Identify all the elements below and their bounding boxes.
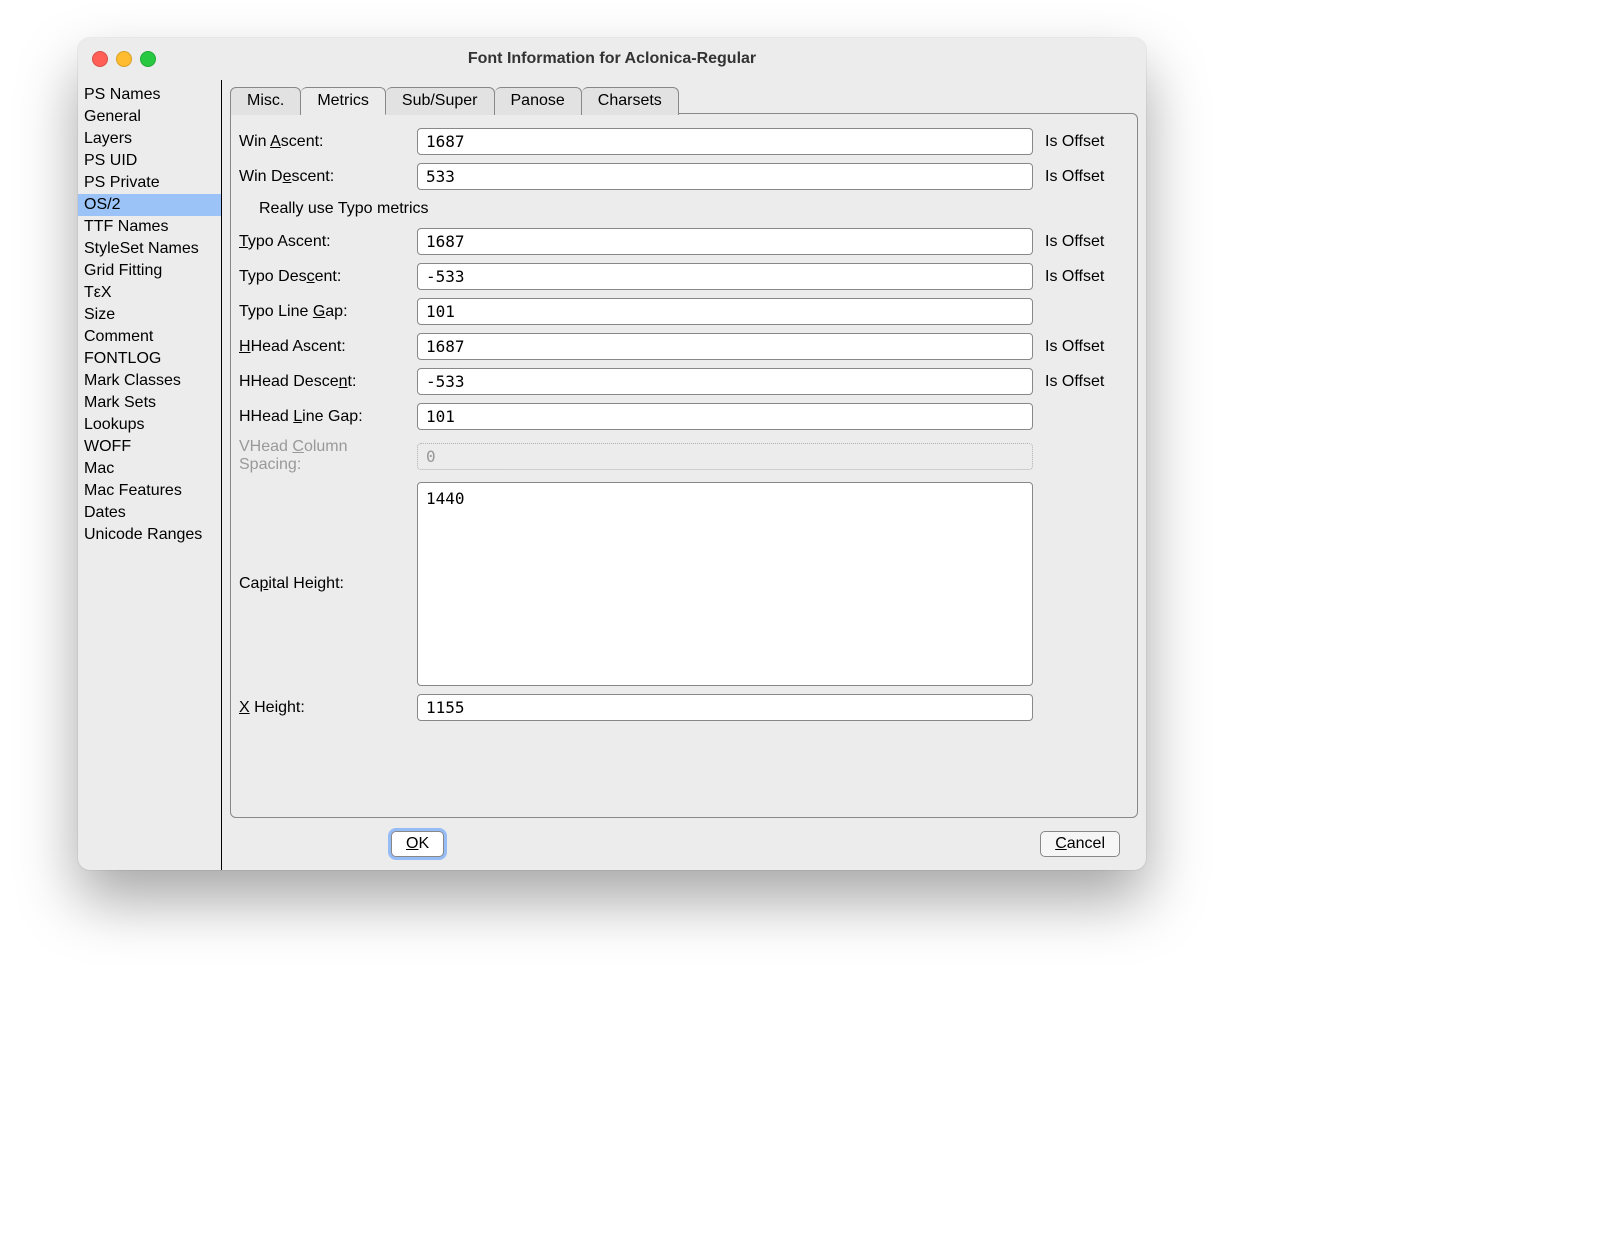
typo-linegap-label: Typo Line Gap: (237, 303, 413, 321)
sidebar-item-layers[interactable]: Layers (78, 128, 221, 150)
sidebar-item-comment[interactable]: Comment (78, 326, 221, 348)
tab-misc-[interactable]: Misc. (230, 87, 301, 115)
cancel-button[interactable]: Cancel (1040, 831, 1120, 857)
sidebar-item-os-2[interactable]: OS/2 (78, 194, 221, 216)
tab-panose[interactable]: Panose (495, 87, 582, 115)
win-descent-label: Win Descent: (237, 168, 413, 186)
window-title: Font Information for Aclonica-Regular (78, 50, 1146, 68)
really-use-typo-label[interactable]: Really use Typo metrics (237, 200, 429, 218)
window-minimize-icon[interactable] (116, 51, 132, 67)
sidebar-item-mark-sets[interactable]: Mark Sets (78, 392, 221, 414)
window-zoom-icon[interactable] (140, 51, 156, 67)
typo-linegap-input[interactable] (417, 298, 1033, 325)
sidebar-item-grid-fitting[interactable]: Grid Fitting (78, 260, 221, 282)
sidebar-item-woff[interactable]: WOFF (78, 436, 221, 458)
sidebar-item-lookups[interactable]: Lookups (78, 414, 221, 436)
sidebar-item-size[interactable]: Size (78, 304, 221, 326)
dialog-footer: OK Cancel (230, 818, 1138, 870)
hhead-ascent-offset-label[interactable]: Is Offset (1037, 338, 1131, 356)
win-descent-input[interactable] (417, 163, 1033, 190)
typo-descent-offset-label[interactable]: Is Offset (1037, 268, 1131, 286)
titlebar: Font Information for Aclonica-Regular (78, 38, 1146, 80)
typo-ascent-input[interactable] (417, 228, 1033, 255)
hhead-descent-offset-label[interactable]: Is Offset (1037, 373, 1131, 391)
x-height-label: X Height: (237, 699, 413, 717)
sidebar-item-ps-uid[interactable]: PS UID (78, 150, 221, 172)
vhead-column-spacing-label: VHead Column Spacing: (237, 438, 413, 474)
metrics-panel: Win Ascent: Is Offset Win Descent: Is Of… (230, 113, 1138, 818)
hhead-ascent-label: HHead Ascent: (237, 338, 413, 356)
sidebar-item-ps-private[interactable]: PS Private (78, 172, 221, 194)
capital-height-label: Capital Height: (237, 575, 413, 593)
sidebar-item-mark-classes[interactable]: Mark Classes (78, 370, 221, 392)
sidebar-item-mac[interactable]: Mac (78, 458, 221, 480)
typo-ascent-label: Typo Ascent: (237, 233, 413, 251)
sidebar-item-general[interactable]: General (78, 106, 221, 128)
tab-charsets[interactable]: Charsets (582, 87, 679, 115)
sidebar-item-styleset-names[interactable]: StyleSet Names (78, 238, 221, 260)
sidebar-item-dates[interactable]: Dates (78, 502, 221, 524)
sidebar: PS NamesGeneralLayersPS UIDPS PrivateOS/… (78, 80, 222, 870)
win-ascent-offset-label[interactable]: Is Offset (1037, 133, 1131, 151)
tab-metrics[interactable]: Metrics (301, 87, 386, 115)
sidebar-item-ttf-names[interactable]: TTF Names (78, 216, 221, 238)
sidebar-item-t-x[interactable]: TεX (78, 282, 221, 304)
typo-ascent-offset-label[interactable]: Is Offset (1037, 233, 1131, 251)
hhead-linegap-label: HHead Line Gap: (237, 408, 413, 426)
sidebar-item-ps-names[interactable]: PS Names (78, 84, 221, 106)
x-height-input[interactable] (417, 694, 1033, 721)
font-info-window: Font Information for Aclonica-Regular PS… (78, 38, 1146, 870)
hhead-descent-label: HHead Descent: (237, 373, 413, 391)
win-ascent-label: Win Ascent: (237, 133, 413, 151)
sidebar-item-fontlog[interactable]: FONTLOG (78, 348, 221, 370)
tab-bar: Misc.MetricsSub/SuperPanoseCharsets (230, 86, 1138, 114)
sidebar-item-unicode-ranges[interactable]: Unicode Ranges (78, 524, 221, 546)
win-descent-offset-label[interactable]: Is Offset (1037, 168, 1131, 186)
ok-button[interactable]: OK (391, 831, 444, 857)
sidebar-item-mac-features[interactable]: Mac Features (78, 480, 221, 502)
hhead-linegap-input[interactable] (417, 403, 1033, 430)
window-close-icon[interactable] (92, 51, 108, 67)
hhead-ascent-input[interactable] (417, 333, 1033, 360)
typo-descent-label: Typo Descent: (237, 268, 413, 286)
tab-sub-super[interactable]: Sub/Super (386, 87, 495, 115)
vhead-column-spacing-input (417, 443, 1033, 470)
typo-descent-input[interactable] (417, 263, 1033, 290)
hhead-descent-input[interactable] (417, 368, 1033, 395)
win-ascent-input[interactable] (417, 128, 1033, 155)
capital-height-input[interactable]: 1440 (417, 482, 1033, 686)
